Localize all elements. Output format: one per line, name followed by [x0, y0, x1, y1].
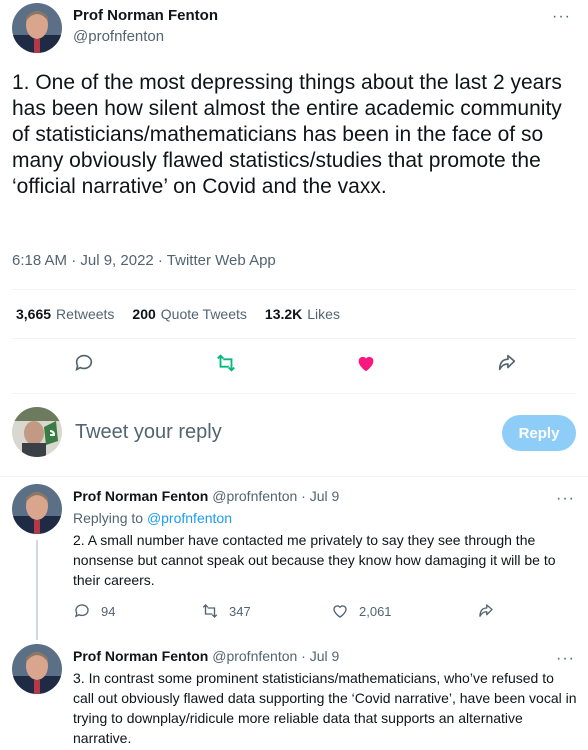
- like-action[interactable]: 2,061: [331, 602, 392, 620]
- like-count: 2,061: [359, 603, 392, 619]
- likes-count: 13.2K: [264, 306, 303, 322]
- reply-text: 2. A small number have contacted me priv…: [73, 532, 556, 588]
- quotes-label: Quote Tweets: [160, 306, 247, 322]
- more-options-icon[interactable]: ···: [552, 9, 571, 25]
- like-icon: [333, 605, 347, 618]
- replying-label: Replying to: [73, 510, 144, 526]
- reply-date[interactable]: Jul 9: [310, 488, 340, 504]
- reply-count: 94: [101, 603, 116, 619]
- author-name[interactable]: Prof Norman Fenton: [73, 488, 208, 504]
- share-action[interactable]: [477, 602, 495, 620]
- reply-actions: 94 347 2,061: [73, 602, 513, 624]
- tweet-timestamp[interactable]: 6:18 AM · Jul 9, 2022 · Twitter Web App: [12, 252, 276, 269]
- retweet-icon[interactable]: [215, 352, 239, 376]
- more-options-icon[interactable]: ···: [556, 651, 575, 667]
- author-avatar[interactable]: [12, 484, 62, 534]
- like-icon[interactable]: [355, 352, 379, 376]
- author-handle[interactable]: @profnfenton: [212, 648, 297, 664]
- reply-icon: [74, 604, 89, 618]
- current-user-avatar[interactable]: [12, 407, 62, 457]
- separator-dot: ·: [301, 488, 306, 504]
- divider: [12, 338, 576, 339]
- share-icon[interactable]: [496, 352, 520, 376]
- tweet-actions: [0, 352, 588, 380]
- retweets-stat[interactable]: 3,665 Retweets: [16, 306, 114, 322]
- share-icon: [479, 604, 493, 617]
- tweet-stats: 3,665 Retweets 200 Quote Tweets 13.2K Li…: [16, 306, 340, 322]
- replying-to: Replying to @profnfenton: [73, 510, 232, 526]
- reply-input[interactable]: Tweet your reply: [75, 421, 222, 444]
- author-name[interactable]: Prof Norman Fenton: [73, 648, 208, 664]
- retweet-action[interactable]: 347: [201, 602, 251, 620]
- author-avatar[interactable]: [12, 3, 62, 53]
- author-handle[interactable]: @profnfenton: [73, 28, 164, 45]
- reply-action[interactable]: 94: [73, 602, 115, 620]
- reply-icon[interactable]: [73, 352, 97, 376]
- divider: [12, 289, 576, 290]
- retweets-count: 3,665: [16, 306, 52, 322]
- divider: [12, 393, 576, 394]
- replying-to-link[interactable]: @profnfenton: [147, 510, 232, 526]
- retweets-label: Retweets: [56, 306, 115, 322]
- quotes-count: 200: [132, 306, 156, 322]
- reply-composer: Tweet your reply Reply: [0, 400, 588, 472]
- reply-date[interactable]: Jul 9: [310, 648, 340, 664]
- reply-tweet[interactable]: Prof Norman Fenton @profnfenton · Jul 9 …: [0, 636, 588, 750]
- reply-header: Prof Norman Fenton @profnfenton · Jul 9: [73, 648, 339, 664]
- reply-header: Prof Norman Fenton @profnfenton · Jul 9: [73, 488, 339, 504]
- reply-text: 3. In contrast some prominent statistici…: [73, 670, 577, 746]
- tweet-text: 1. One of the most depressing things abo…: [12, 71, 568, 198]
- author-handle[interactable]: @profnfenton: [212, 488, 297, 504]
- retweet-count: 347: [229, 603, 251, 619]
- likes-stat[interactable]: 13.2K Likes: [265, 306, 340, 322]
- retweet-icon: [202, 604, 218, 618]
- reply-tweet[interactable]: Prof Norman Fenton @profnfenton · Jul 9 …: [0, 476, 588, 636]
- quote-tweets-stat[interactable]: 200 Quote Tweets: [132, 306, 247, 322]
- more-options-icon[interactable]: ···: [556, 491, 575, 507]
- author-avatar[interactable]: [12, 644, 62, 694]
- author-name[interactable]: Prof Norman Fenton: [73, 7, 218, 24]
- reply-button[interactable]: Reply: [502, 415, 576, 451]
- likes-label: Likes: [307, 306, 340, 322]
- separator-dot: ·: [301, 648, 306, 664]
